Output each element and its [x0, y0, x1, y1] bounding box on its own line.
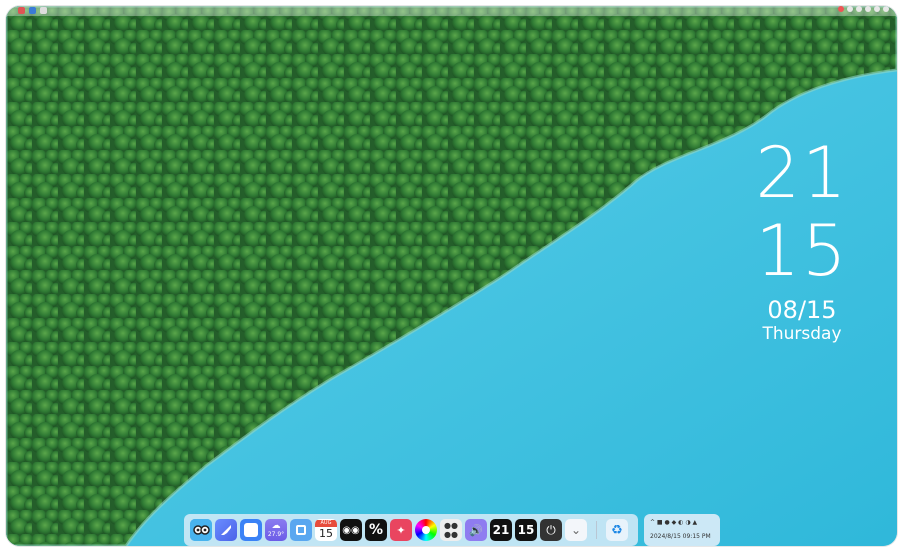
dock: ☁ 27.9° AUG 15 ◉◉ % ✦ ●● ●● 🔊 21 15 ⏻ ⌄ …	[184, 514, 638, 546]
rocket-icon	[221, 525, 231, 535]
apple-menu-icon[interactable]	[18, 7, 25, 14]
cloud-icon: ☁	[271, 521, 281, 531]
dock-separator	[596, 521, 597, 539]
desktop-screen: 21 15 08/15 Thursday ☁ 27.9° AUG 15 ◉◉ %	[6, 6, 897, 546]
tray-datetime[interactable]: 2024/8/15 09:15 PM	[650, 533, 711, 540]
status-icon[interactable]	[838, 6, 844, 12]
cleaner-app[interactable]: ✦	[390, 519, 412, 541]
tray-icons[interactable]: ^ ■ ● ◆ ◐ ◑ ▲	[650, 519, 697, 526]
app-menu-icon[interactable]	[29, 7, 36, 14]
eyes-icon: ◉◉	[342, 524, 360, 536]
window-icon	[244, 523, 258, 537]
eyes-app[interactable]: ◉◉	[340, 519, 362, 541]
status-icon[interactable]	[865, 6, 871, 12]
clock-hour: 21	[755, 132, 849, 214]
volume-app[interactable]: 🔊	[465, 519, 487, 541]
menu-bar	[6, 6, 897, 16]
blank-window-app[interactable]	[240, 519, 262, 541]
status-icon[interactable]	[856, 6, 862, 12]
clock-widget: 21 15 08/15 Thursday	[747, 134, 857, 344]
recycle-icon: ♻	[611, 522, 623, 538]
settings-menu-icon[interactable]	[40, 7, 47, 14]
percent-icon: %	[368, 522, 384, 538]
power-app[interactable]: ⏻	[540, 519, 562, 541]
screenshot-app[interactable]	[290, 519, 312, 541]
status-icon[interactable]	[874, 6, 880, 12]
weather-temp: 27.9°	[267, 531, 285, 538]
switch-app[interactable]: ●● ●●	[440, 519, 462, 541]
clock-date: 08/15	[767, 296, 837, 324]
launchpad-app[interactable]	[215, 519, 237, 541]
finder-app[interactable]	[190, 519, 212, 541]
chevron-down-icon: ⌄	[570, 523, 582, 537]
weather-app[interactable]: ☁ 27.9°	[265, 519, 287, 541]
power-icon: ⏻	[546, 522, 556, 537]
color-app[interactable]	[415, 519, 437, 541]
clock-hour-app[interactable]: 21	[490, 519, 512, 541]
clock-minute: 15	[755, 210, 849, 292]
clock-weekday: Thursday	[762, 324, 842, 344]
calendar-month: AUG	[315, 519, 337, 527]
square-dot-icon	[296, 525, 306, 535]
dots-icon: ●● ●●	[444, 521, 458, 539]
calendar-app[interactable]: AUG 15	[315, 519, 337, 541]
digit-icon: 15	[517, 523, 535, 537]
percent-app[interactable]: %	[365, 519, 387, 541]
status-icon[interactable]	[883, 6, 889, 12]
status-icon[interactable]	[847, 6, 853, 12]
recycle-bin[interactable]: ♻	[606, 519, 628, 541]
expand-app[interactable]: ⌄	[565, 519, 587, 541]
clock-minute-app[interactable]: 15	[515, 519, 537, 541]
digit-icon: 21	[492, 523, 510, 537]
color-wheel-icon	[422, 526, 430, 534]
sparkle-icon: ✦	[396, 523, 406, 537]
face-glasses-icon	[190, 519, 212, 541]
speaker-icon: 🔊	[469, 523, 483, 537]
system-tray: ^ ■ ● ◆ ◐ ◑ ▲ 2024/8/15 09:15 PM	[644, 514, 720, 546]
calendar-day: 15	[319, 526, 333, 540]
